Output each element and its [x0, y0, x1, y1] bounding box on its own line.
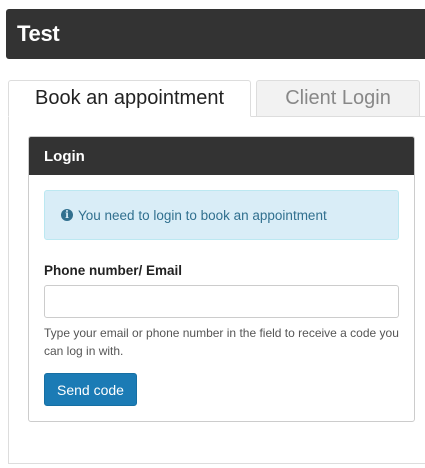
send-code-button[interactable]: Send code — [44, 373, 137, 406]
alert-text: You need to login to book an appointment — [78, 207, 327, 223]
info-alert: i You need to login to book an appointme… — [44, 190, 399, 240]
tab-bar: Book an appointment Client Login — [8, 80, 425, 117]
help-text: Type your email or phone number in the f… — [44, 326, 399, 358]
info-icon: i — [61, 209, 73, 221]
panel-title: Login — [44, 147, 85, 165]
app-title: Test — [17, 21, 60, 46]
phone-email-label: Phone number/ Email — [44, 263, 183, 278]
tab-client-login[interactable]: Client Login — [256, 80, 420, 117]
phone-email-input[interactable] — [44, 285, 399, 318]
tab-book-appointment[interactable]: Book an appointment — [8, 80, 251, 117]
tab-content: Login i You need to login to book an app… — [8, 116, 425, 464]
top-bar: Test — [6, 9, 425, 59]
panel-header: Login — [29, 137, 414, 175]
login-panel: Login i You need to login to book an app… — [28, 136, 415, 422]
